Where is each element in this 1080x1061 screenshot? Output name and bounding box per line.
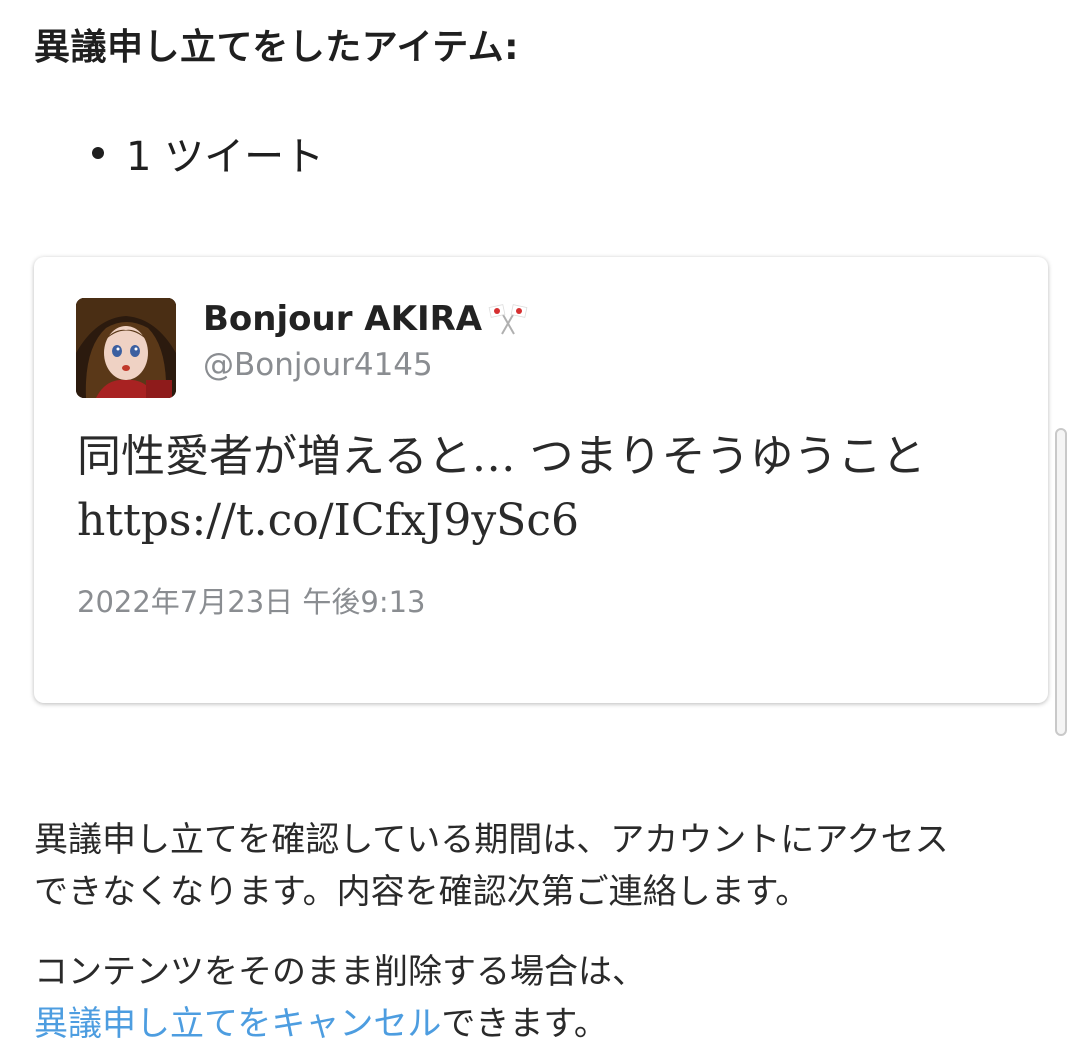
page-title: 異議申し立てをしたアイテム: <box>34 27 520 68</box>
display-name-text: Bonjour AKIRA <box>203 299 483 339</box>
tweet-link[interactable]: https://t.co/ICfxJ9ySc6 <box>77 489 1027 553</box>
bullet-icon <box>92 147 104 159</box>
display-name[interactable]: Bonjour AKIRA <box>203 299 528 339</box>
disputed-items-list: 1 ツイート <box>92 124 324 182</box>
review-notice: 異議申し立てを確認している期間は、アカウントにアクセス できなくなります。内容を… <box>34 814 1044 918</box>
user-handle[interactable]: @Bonjour4145 <box>203 347 433 383</box>
review-notice-line: 異議申し立てを確認している期間は、アカウントにアクセス <box>34 820 949 860</box>
tweet-card[interactable]: Bonjour AKIRA @Bonjour4145 同性愛者が増えると… つま… <box>34 257 1048 703</box>
list-item-label: 1 ツイート <box>126 134 325 180</box>
cancel-notice-suffix: できます。 <box>441 1004 608 1044</box>
cancel-notice: コンテンツをそのまま削除する場合は、 異議申し立てをキャンセルできます。 <box>34 946 1044 1050</box>
scrollbar[interactable] <box>1055 428 1067 736</box>
avatar-image <box>76 298 176 398</box>
tweet-timestamp[interactable]: 2022年7月23日 午後9:13 <box>77 579 426 621</box>
tweet-text: 同性愛者が増えると… つまりそうゆうこと https://t.co/ICfxJ9… <box>77 425 1027 553</box>
avatar[interactable] <box>76 298 176 398</box>
review-notice-line: できなくなります。内容を確認次第ご連絡します。 <box>34 872 810 912</box>
list-item: 1 ツイート <box>92 124 324 182</box>
tweet-text-line: 同性愛者が増えると… つまりそうゆうこと <box>77 431 926 482</box>
cancel-appeal-link[interactable]: 異議申し立てをキャンセル <box>34 1004 441 1044</box>
cancel-notice-text: コンテンツをそのまま削除する場合は、 <box>34 952 646 992</box>
crossed-flags-icon <box>488 302 528 336</box>
